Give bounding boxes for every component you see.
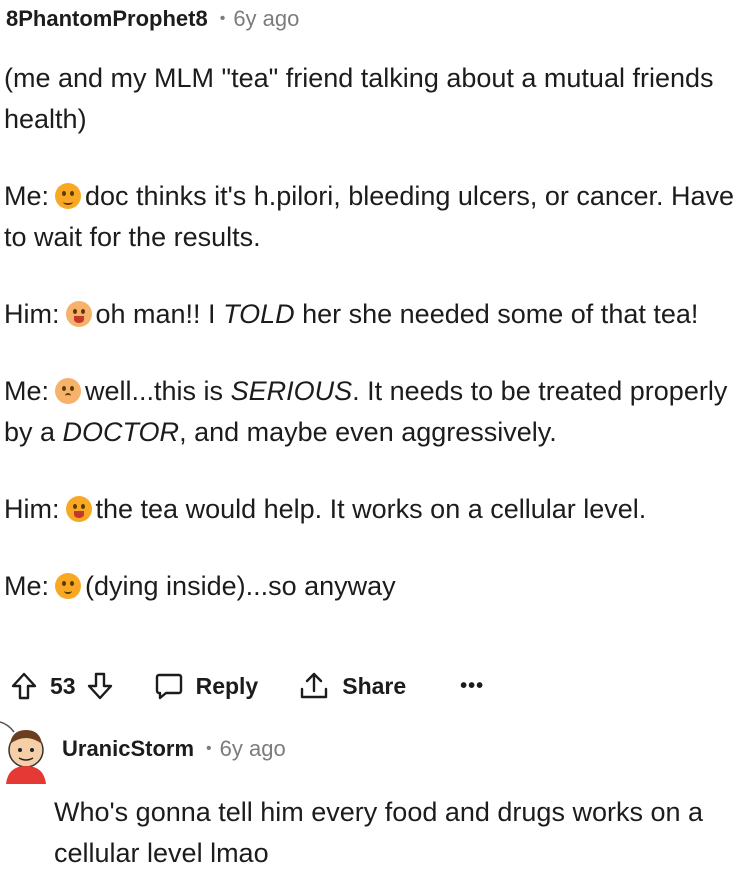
dialogue-emphasis: TOLD: [223, 299, 295, 329]
comment-username[interactable]: 8PhantomProphet8: [6, 6, 208, 32]
pensive-face-icon: [55, 573, 82, 599]
reply-button[interactable]: Reply: [154, 671, 259, 701]
reply-timestamp[interactable]: 6y ago: [220, 736, 286, 762]
comment-body: (me and my MLM "tea" friend talking abou…: [4, 58, 734, 643]
upvote-arrow-icon[interactable]: [10, 671, 38, 701]
share-label: Share: [342, 672, 407, 699]
separator-dot: •: [219, 10, 226, 27]
speaker-label: Him:: [4, 299, 60, 329]
dialogue-text: , and maybe even aggressively.: [179, 417, 557, 447]
reply-text: Who's gonna tell him every food and drug…: [54, 797, 704, 868]
speaker-label: Me:: [4, 181, 50, 211]
dialogue-line-5: Me: (dying inside)...so anyway: [4, 566, 734, 607]
dialogue-text: (dying inside)...so anyway: [85, 571, 396, 601]
dialogue-text: her she needed some of that tea!: [294, 299, 699, 329]
speaker-label: Me:: [4, 571, 50, 601]
dialogue-emphasis: DOCTOR: [62, 417, 180, 447]
comment-header: 8PhantomProphet8 • 6y ago: [6, 2, 299, 36]
share-upload-icon: [298, 671, 330, 701]
comment-bubble-icon: [154, 671, 184, 701]
speaker-label: Him:: [4, 494, 60, 524]
comment-intro: (me and my MLM "tea" friend talking abou…: [4, 63, 714, 134]
grinning-face-icon: [65, 496, 92, 522]
separator-dot: •: [206, 740, 212, 757]
dialogue-text: the tea would help. It works on a cellul…: [95, 494, 647, 524]
dialogue-text: well...this is: [85, 376, 231, 406]
downvote-arrow-icon[interactable]: [86, 671, 114, 701]
flushed-face-icon: [55, 378, 82, 404]
dialogue-line-3: Me: well...this is SERIOUS. It needs to b…: [4, 371, 734, 453]
reply-username[interactable]: UranicStorm: [62, 736, 194, 762]
dialogue-line-1: Me: doc thinks it's h.pilori, bleeding ul…: [4, 176, 734, 258]
share-button[interactable]: Share: [298, 671, 406, 701]
dialogue-emphasis: SERIOUS: [230, 376, 353, 406]
comment-action-bar: 53 Reply Share •••: [10, 664, 484, 708]
vote-count: 53: [50, 672, 76, 699]
dialogue-line-2: Him: oh man!! I TOLD her she needed some …: [4, 294, 734, 335]
more-options-button[interactable]: •••: [460, 675, 484, 698]
reply-header: UranicStorm • 6y ago: [62, 736, 286, 762]
reply-label: Reply: [195, 672, 259, 699]
sad-face-icon: [55, 183, 82, 209]
dialogue-text: doc thinks it's h.pilori, bleeding ulcer…: [4, 181, 734, 252]
surprised-face-icon: [65, 301, 92, 327]
speaker-label: Me:: [4, 376, 50, 406]
dialogue-text: oh man!! I: [95, 299, 224, 329]
comment-timestamp[interactable]: 6y ago: [233, 6, 299, 32]
dialogue-line-4: Him: the tea would help. It works on a ce…: [4, 489, 734, 530]
user-avatar-icon[interactable]: [0, 720, 52, 784]
